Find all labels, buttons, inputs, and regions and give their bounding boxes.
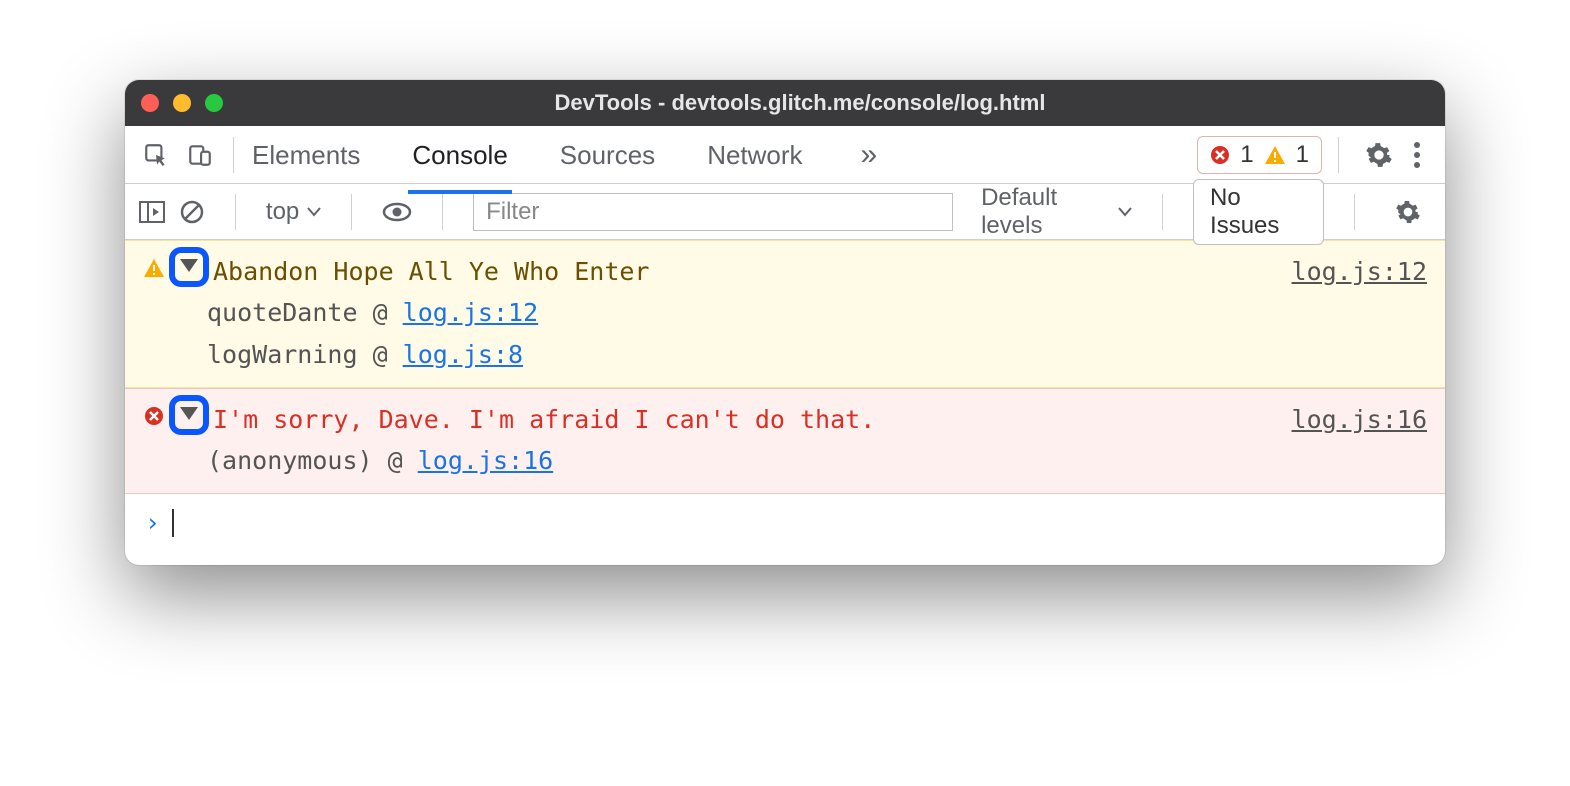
close-window-button[interactable]	[141, 94, 159, 112]
titlebar: DevTools - devtools.glitch.me/console/lo…	[125, 80, 1445, 126]
highlight-annotation	[169, 395, 209, 435]
warning-icon	[143, 257, 165, 279]
warning-count: 1	[1296, 141, 1309, 169]
tab-sources[interactable]: Sources	[558, 128, 657, 181]
prompt-symbol: ›	[145, 508, 160, 537]
log-levels-selector[interactable]: Default levels	[981, 184, 1132, 240]
stack-frame: quoteDante @ log.js:12	[207, 292, 1427, 333]
panel-tabs: Elements Console Sources Network »	[250, 128, 1197, 181]
chevron-down-icon	[307, 207, 321, 217]
message-text: Abandon Hope All Ye Who Enter	[213, 251, 1282, 292]
divider	[1338, 137, 1339, 173]
chevron-down-icon	[1118, 207, 1132, 217]
error-icon	[143, 405, 165, 427]
stack-source-link[interactable]: log.js:12	[403, 298, 538, 327]
stack-fn: (anonymous)	[207, 446, 373, 475]
stack-trace: (anonymous) @ log.js:16	[143, 440, 1427, 481]
source-link[interactable]: log.js:16	[1292, 399, 1427, 440]
stack-fn: quoteDante	[207, 298, 358, 327]
context-label: top	[266, 198, 299, 226]
message-text: I'm sorry, Dave. I'm afraid I can't do t…	[213, 399, 1282, 440]
divider	[442, 194, 443, 230]
context-selector[interactable]: top	[266, 198, 321, 226]
inspect-icon[interactable]	[139, 142, 173, 168]
tab-elements[interactable]: Elements	[250, 128, 362, 181]
tab-network[interactable]: Network	[705, 128, 804, 181]
divider	[233, 137, 234, 173]
tab-console[interactable]: Console	[410, 128, 509, 181]
divider	[1354, 194, 1355, 230]
live-expression-icon[interactable]	[382, 201, 412, 223]
kebab-menu-icon[interactable]	[1403, 141, 1431, 169]
issues-counter[interactable]: 1 1	[1197, 136, 1322, 174]
error-count: 1	[1240, 141, 1253, 169]
divider	[351, 194, 352, 230]
stack-fn: logWarning	[207, 340, 358, 369]
console-toolbar: top Default levels No Issues	[125, 184, 1445, 240]
divider	[1162, 194, 1163, 230]
console-prompt[interactable]: ›	[125, 494, 1445, 565]
console-settings-icon[interactable]	[1385, 199, 1431, 225]
source-link[interactable]: log.js:12	[1292, 251, 1427, 292]
stack-source-link[interactable]: log.js:8	[403, 340, 523, 369]
clear-console-icon[interactable]	[179, 199, 205, 225]
more-tabs-icon[interactable]: »	[853, 138, 886, 172]
no-issues-button[interactable]: No Issues	[1193, 179, 1324, 245]
levels-label: Default levels	[981, 184, 1110, 240]
error-icon	[1210, 145, 1230, 165]
stack-frame: logWarning @ log.js:8	[207, 334, 1427, 375]
device-toolbar-icon[interactable]	[183, 142, 217, 168]
stack-trace: quoteDante @ log.js:12 logWarning @ log.…	[143, 292, 1427, 375]
window-title: DevTools - devtools.glitch.me/console/lo…	[171, 90, 1429, 116]
devtools-window: DevTools - devtools.glitch.me/console/lo…	[125, 80, 1445, 565]
warning-icon	[1264, 145, 1286, 165]
console-message-error: I'm sorry, Dave. I'm afraid I can't do t…	[125, 388, 1445, 495]
settings-icon[interactable]	[1355, 141, 1403, 169]
panel-tabs-toolbar: Elements Console Sources Network » 1 1	[125, 126, 1445, 184]
highlight-annotation	[169, 247, 209, 287]
stack-frame: (anonymous) @ log.js:16	[207, 440, 1427, 481]
stack-source-link[interactable]: log.js:16	[418, 446, 553, 475]
console-message-warning: Abandon Hope All Ye Who Enter log.js:12 …	[125, 240, 1445, 388]
divider	[235, 194, 236, 230]
filter-input[interactable]	[473, 193, 953, 231]
text-cursor	[172, 509, 174, 537]
toggle-sidebar-icon[interactable]	[139, 201, 165, 223]
